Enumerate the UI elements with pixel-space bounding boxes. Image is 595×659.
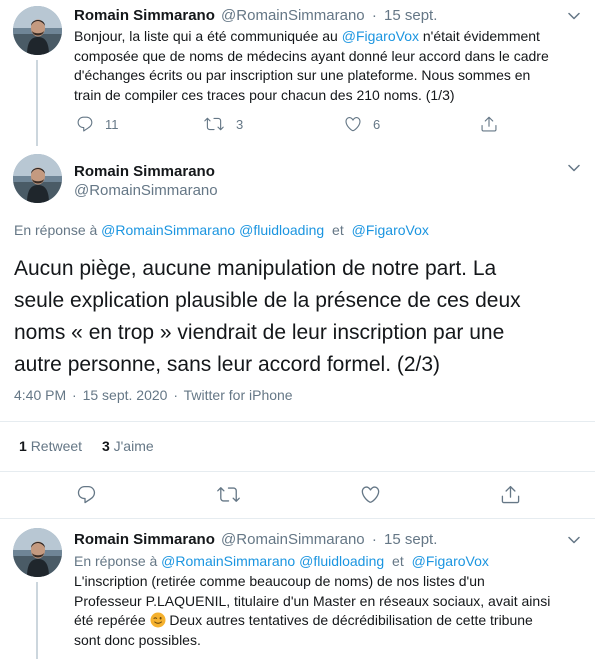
like-count: 6: [373, 116, 381, 132]
tweet-text: L'inscription (retirée comme beaucoup de…: [74, 573, 551, 648]
tweet-source[interactable]: Twitter for iPhone: [184, 387, 293, 403]
reply-count: 11: [105, 116, 119, 132]
avatar[interactable]: [13, 6, 62, 55]
author-handle[interactable]: @RomainSimmarano: [221, 7, 365, 24]
retweet-count: 3: [236, 116, 244, 132]
retweet-button[interactable]: [217, 484, 240, 505]
author-handle[interactable]: @RomainSimmarano: [221, 531, 365, 548]
tweet-date[interactable]: 15 sept.: [384, 7, 437, 24]
wink-emoji: 😉: [150, 612, 166, 628]
tweet-time[interactable]: 4:40 PM: [14, 387, 66, 403]
author-name[interactable]: Romain Simmarano: [74, 7, 215, 24]
chevron-down-icon[interactable]: [568, 12, 580, 20]
likes-stat[interactable]: 3 J'aime: [102, 438, 154, 454]
dot-separator: ·: [371, 7, 377, 24]
tweet-text: Bonjour, la liste qui a été communiquée …: [74, 28, 549, 103]
reply-context: En réponse à @RomainSimmarano @fluidload…: [14, 222, 429, 238]
mention-link[interactable]: @fluidloading: [299, 553, 384, 569]
dot-separator: ·: [371, 531, 377, 548]
retweets-stat[interactable]: 1 Retweet: [19, 438, 86, 454]
like-button[interactable]: 6: [344, 115, 380, 133]
avatar[interactable]: [13, 154, 62, 203]
divider: [0, 421, 595, 422]
author-name[interactable]: Romain Simmarano: [74, 531, 215, 548]
reply-button[interactable]: [76, 484, 97, 505]
tweet-date[interactable]: 15 sept. 2020: [83, 387, 168, 403]
divider: [0, 518, 595, 519]
engagement-stats: 1 Retweet 3 J'aime: [19, 437, 154, 455]
mention-link[interactable]: @fluidloading: [239, 222, 324, 238]
tweet-metadata: 4:40 PM · 15 sept. 2020 · Twitter for iP…: [14, 387, 293, 403]
chevron-down-icon[interactable]: [568, 536, 580, 544]
thread-connector: [36, 60, 38, 146]
avatar[interactable]: [13, 528, 62, 577]
mention-link[interactable]: @FigaroVox: [352, 222, 429, 238]
reply-context: En réponse à @RomainSimmarano @fluidload…: [74, 553, 489, 569]
author-handle[interactable]: @RomainSimmarano: [74, 181, 218, 200]
tweet-1[interactable]: Romain Simmarano @RomainSimmarano · 15 s…: [0, 0, 595, 146]
divider: [0, 471, 595, 472]
mention-link[interactable]: @RomainSimmarano: [101, 222, 235, 238]
reply-button[interactable]: 11: [76, 115, 119, 133]
share-button[interactable]: [500, 484, 521, 505]
chevron-down-icon[interactable]: [568, 164, 580, 172]
mention-link[interactable]: @RomainSimmarano: [161, 553, 295, 569]
share-button[interactable]: [480, 115, 498, 133]
mention-link[interactable]: @FigaroVox: [412, 553, 489, 569]
like-button[interactable]: [360, 484, 381, 505]
tweet-date[interactable]: 15 sept.: [384, 531, 437, 548]
thread-connector: [36, 582, 38, 659]
tweet-text: Aucun piège, aucune manipulation de notr…: [14, 257, 521, 376]
tweet-2-focused: Romain Simmarano @RomainSimmarano En rép…: [0, 146, 595, 519]
retweet-button[interactable]: 3: [204, 115, 243, 133]
mention-link[interactable]: @FigaroVox: [342, 28, 419, 44]
author-name[interactable]: Romain Simmarano: [74, 162, 215, 181]
tweet-3[interactable]: Romain Simmarano @RomainSimmarano · 15 s…: [0, 520, 595, 659]
